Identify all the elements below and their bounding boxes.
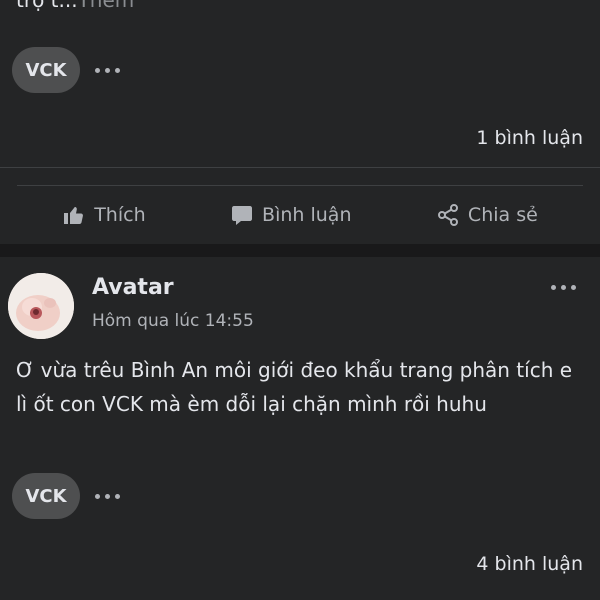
post-timestamp[interactable]: Hôm qua lúc 14:55 [92, 311, 254, 331]
post-card: Avatar Hôm qua lúc 14:55 Ơ vừa trêu Bình… [0, 257, 600, 600]
like-button[interactable]: Thích [62, 203, 146, 227]
speech-bubble-icon [232, 206, 253, 225]
post-body-text: Ơ vừa trêu Bình An môi giới đeo khẩu tra… [16, 358, 573, 416]
avatar-image [8, 273, 74, 339]
share-label: Chia sẻ [467, 204, 538, 226]
post-truncated-text: trọ t...Thêm [16, 0, 134, 12]
more-dots-icon[interactable] [551, 285, 576, 290]
avatar[interactable] [8, 273, 74, 339]
more-dots-icon[interactable] [95, 494, 120, 499]
comment-button[interactable]: Bình luận [230, 203, 352, 227]
post-author[interactable]: Avatar [92, 275, 174, 300]
thumbs-up-icon [64, 207, 84, 224]
tag-pill-vck[interactable]: VCK [12, 47, 80, 93]
like-label: Thích [94, 204, 146, 226]
comment-label: Bình luận [262, 204, 352, 226]
comment-count[interactable]: 1 bình luận [476, 127, 583, 149]
more-dots-icon[interactable] [95, 68, 120, 73]
divider [0, 167, 600, 168]
post-action-bar: Thích Bình luận Chia sẻ [0, 186, 600, 244]
post-text-snippet: trọ t... [16, 0, 78, 12]
share-button[interactable]: Chia sẻ [436, 203, 538, 227]
tag-pill-vck[interactable]: VCK [12, 473, 80, 519]
share-icon [437, 204, 458, 226]
see-more-link[interactable]: Thêm [78, 0, 135, 12]
previous-post-card: trọ t...Thêm VCK 1 bình luận Thích Bình … [0, 0, 600, 244]
comment-count[interactable]: 4 bình luận [476, 553, 583, 575]
